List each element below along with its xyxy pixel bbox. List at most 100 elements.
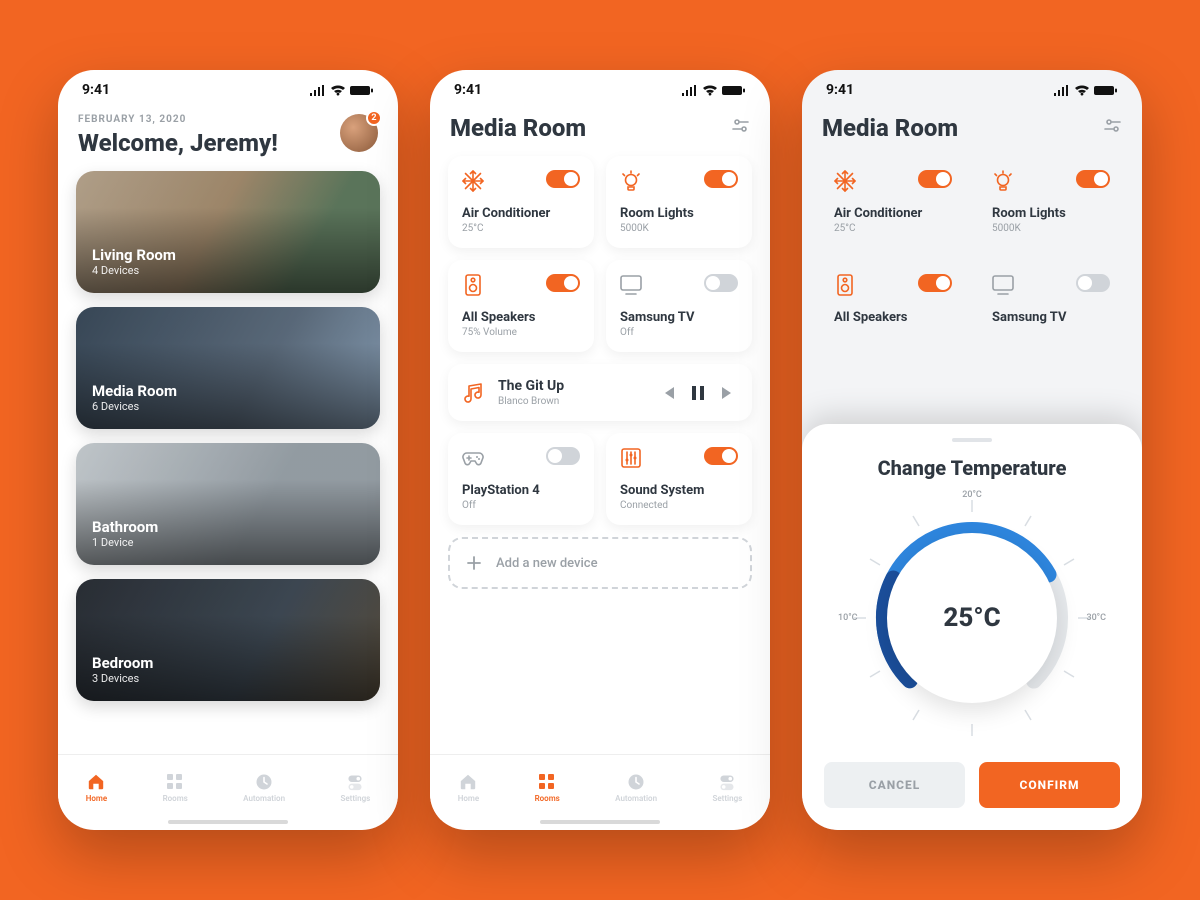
tab-settings[interactable]: Settings (340, 773, 370, 803)
snowflake-icon (462, 170, 484, 192)
device-card-air-conditioner[interactable]: Air Conditioner 25°C (448, 156, 594, 248)
signal-icon (1053, 85, 1070, 96)
sheet-handle[interactable] (952, 438, 992, 442)
device-name: Samsung TV (992, 310, 1110, 325)
cancel-button[interactable]: CANCEL (824, 762, 965, 808)
tab-home[interactable]: Home (458, 773, 479, 803)
welcome-title: Welcome, Jeremy! (78, 129, 278, 157)
status-time: 9:41 (826, 82, 854, 98)
status-icons (681, 84, 746, 96)
wifi-icon (702, 84, 718, 96)
plus-icon (466, 555, 482, 571)
clock-icon (255, 773, 273, 791)
device-sub: 25°C (834, 223, 952, 234)
room-settings-button[interactable] (1104, 118, 1122, 138)
tab-automation[interactable]: Automation (615, 773, 657, 803)
tab-home[interactable]: Home (86, 773, 107, 803)
device-card-all-speakers[interactable]: All Speakers (820, 260, 966, 339)
temperature-dial[interactable]: 25°C 20°C 10°C 30°C (842, 488, 1102, 748)
status-bar: 9:41 (58, 70, 398, 110)
room-card-bedroom[interactable]: Bedroom 3 Devices (76, 579, 380, 701)
device-card-sound-system[interactable]: Sound System Connected (606, 433, 752, 525)
device-toggle[interactable] (546, 274, 580, 292)
device-sub: Connected (620, 500, 738, 511)
tick-label-right: 30°C (1086, 613, 1106, 623)
device-card-samsung-tv[interactable]: Samsung TV (978, 260, 1124, 339)
device-toggle[interactable] (704, 274, 738, 292)
room-card-bathroom[interactable]: Bathroom 1 Device (76, 443, 380, 565)
tab-settings[interactable]: Settings (712, 773, 742, 803)
sliders-icon (1104, 118, 1122, 134)
room-title: Media Room (450, 114, 586, 142)
temperature-value: 25°C (887, 533, 1057, 703)
add-device-button[interactable]: Add a new device (448, 537, 752, 589)
tick-label-left: 10°C (838, 613, 858, 623)
device-sub: 75% Volume (462, 327, 580, 338)
header-date: FEBRUARY 13, 2020 (78, 114, 278, 125)
wifi-icon (330, 84, 346, 96)
room-name: Living Room (92, 246, 176, 264)
room-sub: 4 Devices (92, 264, 176, 277)
device-sub: Off (620, 327, 738, 338)
home-indicator (540, 820, 660, 824)
device-toggle[interactable] (546, 170, 580, 188)
sliders-icon (732, 118, 750, 134)
tab-automation[interactable]: Automation (243, 773, 285, 803)
device-card-air-conditioner[interactable]: Air Conditioner 25°C (820, 156, 966, 248)
room-card-living-room[interactable]: Living Room 4 Devices (76, 171, 380, 293)
device-card-playstation[interactable]: PlayStation 4 Off (448, 433, 594, 525)
home-icon (459, 773, 477, 791)
speaker-icon (462, 274, 484, 296)
add-device-label: Add a new device (496, 556, 598, 571)
room-card-media-room[interactable]: Media Room 6 Devices (76, 307, 380, 429)
room-sub: 1 Device (92, 536, 158, 549)
tick-label-top: 20°C (962, 490, 982, 500)
next-track-button[interactable] (720, 385, 736, 401)
notification-badge[interactable]: 2 (366, 110, 382, 126)
speaker-icon (834, 274, 856, 296)
home-screen: 9:41 FEBRUARY 13, 2020 Welcome, Jeremy! … (58, 70, 398, 830)
track-title: The Git Up (498, 378, 564, 394)
device-name: Air Conditioner (834, 206, 952, 221)
confirm-button[interactable]: CONFIRM (979, 762, 1120, 808)
room-settings-button[interactable] (732, 118, 750, 138)
device-card-room-lights[interactable]: Room Lights 5000K (606, 156, 752, 248)
gamepad-icon (462, 447, 484, 469)
equalizer-icon (620, 447, 642, 469)
track-artist: Blanco Brown (498, 396, 564, 407)
device-toggle[interactable] (546, 447, 580, 465)
device-toggle[interactable] (1076, 274, 1110, 292)
grid-icon (538, 773, 556, 791)
snowflake-icon (834, 170, 856, 192)
clock-icon (627, 773, 645, 791)
device-toggle[interactable] (1076, 170, 1110, 188)
tv-icon (620, 274, 642, 296)
device-toggle[interactable] (704, 170, 738, 188)
device-grid: Air Conditioner 25°C Room Lights 5000K A… (448, 156, 752, 589)
now-playing-card[interactable]: The Git Up Blanco Brown (448, 364, 752, 421)
device-toggle[interactable] (704, 447, 738, 465)
device-card-all-speakers[interactable]: All Speakers 75% Volume (448, 260, 594, 352)
grid-icon (166, 773, 184, 791)
device-toggle[interactable] (918, 170, 952, 188)
pause-button[interactable] (690, 385, 706, 401)
tab-bar: Home Rooms Automation Settings (430, 754, 770, 820)
tab-rooms[interactable]: Rooms (535, 773, 560, 803)
device-card-room-lights[interactable]: Room Lights 5000K (978, 156, 1124, 248)
tab-label: Rooms (535, 794, 560, 803)
device-name: Sound System (620, 483, 738, 498)
avatar[interactable]: 2 (340, 114, 378, 152)
device-card-samsung-tv[interactable]: Samsung TV Off (606, 260, 752, 352)
tab-rooms[interactable]: Rooms (163, 773, 188, 803)
prev-track-button[interactable] (660, 385, 676, 401)
device-toggle[interactable] (918, 274, 952, 292)
bulb-icon (620, 170, 642, 192)
device-name: Room Lights (620, 206, 738, 221)
room-name: Media Room (92, 382, 177, 400)
tab-label: Automation (615, 794, 657, 803)
device-sub: 5000K (620, 223, 738, 234)
room-sub: 6 Devices (92, 400, 177, 413)
battery-icon (350, 85, 374, 96)
tab-label: Home (458, 794, 479, 803)
wifi-icon (1074, 84, 1090, 96)
